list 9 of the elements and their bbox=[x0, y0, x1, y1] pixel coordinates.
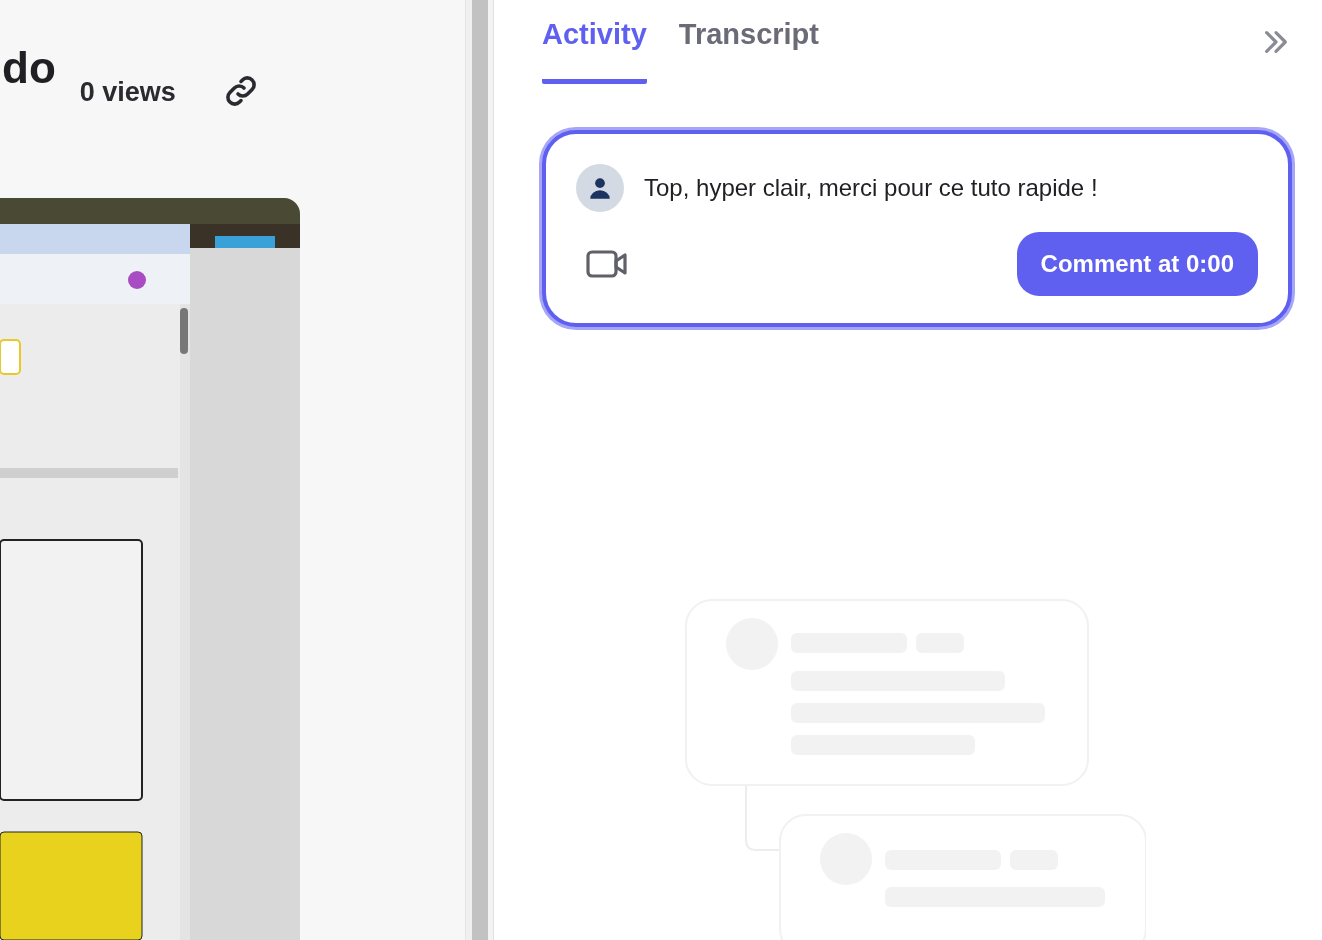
video-camera-icon[interactable] bbox=[586, 249, 628, 279]
resize-handle[interactable] bbox=[472, 0, 488, 940]
tab[interactable]: Transcript bbox=[678, 0, 819, 84]
tab[interactable]: Activity bbox=[542, 0, 647, 84]
view-count: 0 views bbox=[79, 79, 176, 106]
comment-input[interactable]: Top, hyper clair, merci pour ce tuto rapide ! bbox=[644, 170, 1258, 206]
video-title: do bbox=[2, 46, 56, 90]
comment-button[interactable]: Comment at 0:00 bbox=[1016, 232, 1258, 296]
avatar-icon bbox=[576, 164, 624, 212]
